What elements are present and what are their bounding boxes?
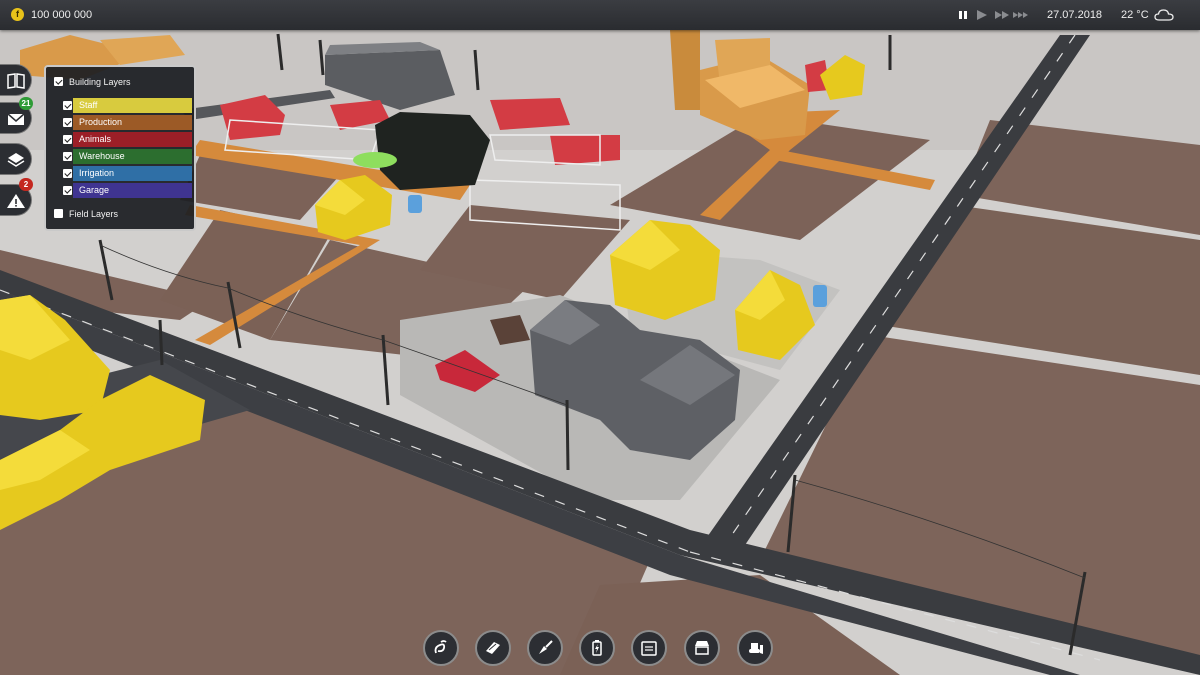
coin-icon: f bbox=[11, 8, 24, 21]
layer-checkbox-staff[interactable] bbox=[63, 101, 72, 110]
market-icon bbox=[695, 641, 709, 655]
layer-checkbox-irrigation[interactable] bbox=[63, 169, 72, 178]
field-tool-button[interactable] bbox=[475, 630, 511, 666]
field-layers-label: Field Layers bbox=[69, 209, 119, 219]
layer-checkbox-garage[interactable] bbox=[63, 186, 72, 195]
layer-checkbox-animals[interactable] bbox=[63, 135, 72, 144]
layers-panel: Building Layers Field Layers bbox=[44, 65, 196, 231]
money-balance: 100 000 000 bbox=[31, 9, 93, 21]
play-icon[interactable] bbox=[974, 7, 990, 23]
irrigation-tank[interactable] bbox=[813, 285, 827, 307]
bulldozer-icon bbox=[749, 643, 763, 654]
layer-label: Animals bbox=[79, 134, 112, 144]
fertilizer-icon bbox=[434, 640, 447, 654]
building-layers-label: Building Layers bbox=[69, 77, 131, 87]
layer-label: Irrigation bbox=[79, 168, 115, 178]
construction-tool-button[interactable] bbox=[527, 630, 563, 666]
layer-label: Production bbox=[79, 117, 123, 127]
book-icon bbox=[7, 73, 25, 89]
trowel-icon bbox=[539, 640, 553, 654]
top-status-bar: f 100 000 000 27.07.2018 22 °C bbox=[0, 0, 1200, 30]
layer-row-production[interactable]: Production bbox=[57, 115, 192, 130]
temperature: 22 °C bbox=[1121, 9, 1149, 21]
pause-icon[interactable] bbox=[955, 7, 971, 23]
fast-forward-icon[interactable] bbox=[994, 7, 1010, 23]
cloud-icon bbox=[1154, 9, 1174, 21]
fertilizer-tool-button[interactable] bbox=[423, 630, 459, 666]
irrigation-tank[interactable] bbox=[408, 195, 422, 213]
building-layers-checkbox[interactable] bbox=[54, 77, 63, 86]
warning-icon bbox=[7, 194, 25, 208]
layer-row-animals[interactable]: Animals bbox=[57, 132, 192, 147]
mail-icon bbox=[7, 113, 25, 125]
layer-label: Garage bbox=[79, 185, 110, 195]
layer-row-staff[interactable]: Staff bbox=[57, 98, 192, 113]
layers-icon bbox=[7, 153, 25, 167]
field-icon bbox=[486, 642, 500, 654]
layer-label: Staff bbox=[79, 100, 98, 110]
layer-checkbox-warehouse[interactable] bbox=[63, 152, 72, 161]
layer-row-irrigation[interactable]: Irrigation bbox=[57, 166, 192, 181]
layer-row-garage[interactable]: Garage bbox=[57, 183, 192, 198]
power-icon bbox=[592, 640, 602, 656]
game-date: 27.07.2018 bbox=[1047, 9, 1103, 21]
fastest-forward-icon[interactable] bbox=[1013, 7, 1029, 23]
calendar-icon bbox=[641, 641, 657, 656]
market-tool-button[interactable] bbox=[684, 630, 720, 666]
alerts-count-badge: 2 bbox=[19, 178, 33, 191]
encyclopedia-button[interactable] bbox=[0, 64, 32, 96]
layer-label: Warehouse bbox=[79, 151, 125, 161]
messages-count-badge: 21 bbox=[19, 97, 33, 110]
warehouse-building[interactable] bbox=[375, 112, 490, 190]
bulldozer-tool-button[interactable] bbox=[737, 630, 773, 666]
layers-button[interactable] bbox=[0, 143, 32, 175]
calendar-tool-button[interactable] bbox=[631, 630, 667, 666]
layer-row-warehouse[interactable]: Warehouse bbox=[57, 149, 192, 164]
layer-checkbox-production[interactable] bbox=[63, 118, 72, 127]
power-tool-button[interactable] bbox=[579, 630, 615, 666]
field-layers-checkbox[interactable] bbox=[54, 209, 63, 218]
